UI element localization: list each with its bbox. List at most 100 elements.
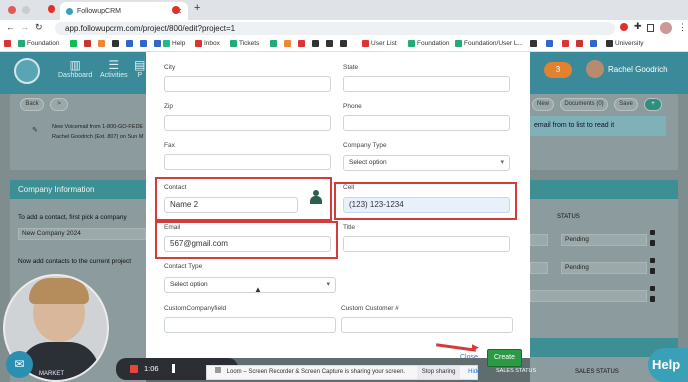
close-window-dot[interactable] bbox=[8, 6, 16, 14]
bookmark-item[interactable]: Tickets bbox=[230, 40, 259, 47]
bookmark-item[interactable] bbox=[312, 40, 319, 47]
bookmark-label: University bbox=[615, 40, 644, 47]
bookmark-item[interactable] bbox=[98, 40, 105, 47]
bookmark-item[interactable] bbox=[112, 40, 119, 47]
row3-trash-icon[interactable] bbox=[650, 296, 655, 302]
company-type-select[interactable]: Select option bbox=[343, 155, 510, 171]
loom-grip-icon[interactable] bbox=[215, 367, 221, 373]
row2-status-select[interactable]: Pending bbox=[561, 262, 647, 274]
new-button[interactable]: New bbox=[532, 98, 554, 111]
bookmark-item[interactable]: Foundation/User L... bbox=[455, 40, 523, 47]
bookmark-item[interactable] bbox=[546, 40, 553, 47]
cell-phone-field[interactable]: (123) 123-1234 bbox=[343, 197, 510, 213]
row1-field[interactable] bbox=[530, 234, 548, 246]
bookmark-item[interactable]: Foundation bbox=[18, 40, 60, 47]
bookmark-item[interactable]: Foundation bbox=[408, 40, 450, 47]
custom-customer-field[interactable] bbox=[341, 317, 513, 333]
reload-icon[interactable]: ↻ bbox=[35, 22, 43, 33]
url-field[interactable]: app.followupcrm.com/project/800/edit?pro… bbox=[55, 22, 615, 35]
bookmark-item[interactable] bbox=[154, 40, 161, 47]
row2-trash-icon[interactable] bbox=[650, 268, 655, 274]
bookmark-item[interactable] bbox=[576, 40, 583, 47]
state-field[interactable] bbox=[343, 76, 510, 92]
bookmark-item[interactable] bbox=[4, 40, 11, 47]
user-avatar[interactable] bbox=[586, 60, 604, 78]
nav-projects[interactable]: ▤ P bbox=[134, 58, 145, 79]
city-field[interactable] bbox=[164, 76, 331, 92]
contact-person-icon[interactable] bbox=[310, 190, 322, 204]
next-button[interactable]: > bbox=[50, 98, 68, 111]
hide-button[interactable]: Hide bbox=[468, 366, 480, 379]
forward-arrow-icon[interactable]: → bbox=[20, 22, 29, 32]
bookmark-item[interactable] bbox=[530, 40, 537, 47]
nav-activities[interactable]: ☰ Activities bbox=[100, 58, 128, 79]
extensions-puzzle-icon[interactable]: ✚ bbox=[634, 21, 642, 32]
create-button[interactable]: Create bbox=[487, 349, 522, 367]
row2-edit-icon[interactable] bbox=[650, 258, 655, 263]
bookmark-item[interactable]: University bbox=[606, 40, 644, 47]
zip-field[interactable] bbox=[164, 115, 331, 131]
profile-avatar-icon[interactable] bbox=[660, 22, 672, 34]
documents-button[interactable]: Documents (0) bbox=[560, 98, 608, 111]
bookmark-icon bbox=[530, 40, 537, 47]
bookmark-item[interactable] bbox=[126, 40, 133, 47]
bookmark-item[interactable] bbox=[70, 40, 77, 47]
bookmark-item[interactable] bbox=[284, 40, 291, 47]
bookmark-item[interactable] bbox=[140, 40, 147, 47]
company-select[interactable]: New Company 2024 bbox=[18, 228, 146, 240]
row1-trash-icon[interactable] bbox=[650, 240, 655, 246]
contact-type-select[interactable]: Select option bbox=[164, 277, 336, 293]
browser-menu-icon[interactable]: ⋮ bbox=[678, 22, 687, 33]
voicemail-line-2[interactable]: Rachel Goodrich (Ext. 807) on Sun M bbox=[52, 134, 143, 140]
email-field[interactable]: 567@gmail.com bbox=[164, 236, 331, 252]
bookmark-item[interactable]: Inbox bbox=[195, 40, 220, 47]
bookmark-item[interactable] bbox=[562, 40, 569, 47]
bookmark-icon bbox=[326, 40, 333, 47]
sharing-message: Loom – Screen Recorder & Screen Capture … bbox=[226, 369, 406, 375]
bookmark-item[interactable]: Help bbox=[163, 40, 185, 47]
custom-company-field[interactable] bbox=[164, 317, 336, 333]
nav-dashboard[interactable]: ▥ Dashboard bbox=[58, 58, 92, 79]
activities-list-icon: ☰ bbox=[108, 58, 120, 72]
app-logo[interactable] bbox=[14, 58, 40, 84]
add-button[interactable]: + bbox=[644, 98, 662, 111]
bookmark-item[interactable] bbox=[590, 40, 597, 47]
title-field[interactable] bbox=[343, 236, 510, 252]
bookmark-item[interactable] bbox=[326, 40, 333, 47]
row1-edit-icon[interactable] bbox=[650, 230, 655, 235]
back-arrow-icon[interactable]: ← bbox=[6, 22, 15, 32]
help-widget-button[interactable]: Help bbox=[648, 348, 688, 382]
bookmark-item[interactable] bbox=[298, 40, 305, 47]
bookmark-item[interactable] bbox=[270, 40, 277, 47]
contact-name-field[interactable]: Name 2 bbox=[164, 197, 298, 213]
extension-record-icon[interactable] bbox=[620, 23, 628, 31]
browser-tab-followupcrm[interactable]: FollowupCRM ✕ bbox=[60, 2, 188, 20]
sidebar-toggle-icon[interactable] bbox=[647, 24, 654, 32]
row2-field[interactable] bbox=[530, 262, 548, 274]
new-tab-button[interactable]: + bbox=[194, 2, 200, 14]
row1-status-select[interactable]: Pending bbox=[561, 234, 647, 246]
person-body-shape bbox=[310, 196, 322, 204]
save-button[interactable]: Save bbox=[614, 98, 638, 111]
minimize-window-dot[interactable] bbox=[22, 6, 30, 14]
phone-field[interactable] bbox=[343, 115, 510, 131]
back-button[interactable]: Back bbox=[20, 98, 44, 111]
notification-badge[interactable]: 3 bbox=[544, 62, 572, 78]
red-tab-icon[interactable] bbox=[48, 5, 55, 13]
user-name[interactable]: Rachel Goodrich bbox=[608, 65, 668, 74]
fax-field[interactable] bbox=[164, 154, 331, 170]
bookmark-label: User List bbox=[371, 40, 397, 47]
stop-record-icon[interactable] bbox=[130, 365, 138, 373]
projects-icon: ▤ bbox=[134, 58, 146, 72]
stop-sharing-button[interactable]: Stop sharing bbox=[416, 366, 461, 379]
bookmark-item[interactable] bbox=[340, 40, 347, 47]
bookmark-item[interactable]: User List bbox=[362, 40, 397, 47]
row3-edit-icon[interactable] bbox=[650, 286, 655, 291]
sales-status-label-bottom: SALES STATUS bbox=[496, 368, 537, 374]
voicemail-line-1[interactable]: New Voicemail from 1-800-GO-FEDE bbox=[52, 124, 143, 130]
pause-icon[interactable] bbox=[172, 364, 175, 373]
chat-widget-button[interactable]: ✉ bbox=[6, 351, 33, 378]
row3-field[interactable] bbox=[530, 290, 647, 302]
bookmark-icon bbox=[4, 40, 11, 47]
bookmark-item[interactable] bbox=[84, 40, 91, 47]
